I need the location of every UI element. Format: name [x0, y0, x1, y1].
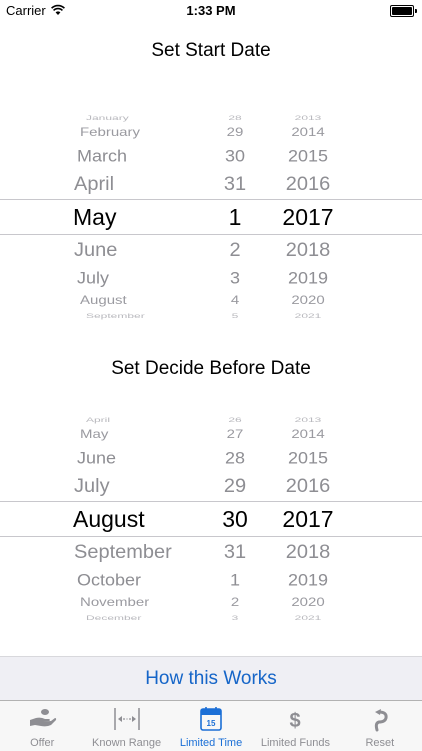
- picker-row[interactable]: April 31 2016: [0, 169, 422, 198]
- tab-limited-funds-label: Limited Funds: [260, 737, 330, 749]
- tab-limited-funds[interactable]: $ Limited Funds: [253, 701, 337, 751]
- day-cell: 27: [226, 427, 244, 442]
- tab-offer[interactable]: Offer: [0, 701, 84, 751]
- day-cell: 29: [226, 125, 244, 140]
- day-cell: 2: [229, 239, 241, 261]
- tab-known-range[interactable]: Known Range: [84, 701, 168, 751]
- decide-date-title: Set Decide Before Date: [111, 358, 311, 379]
- calendar-icon-day: 15: [207, 719, 216, 728]
- picker-row[interactable]: September 5 2021: [0, 308, 422, 324]
- year-cell: 2015: [287, 146, 329, 166]
- picker-selection-top-line: [0, 199, 422, 200]
- how-this-works-label: How this Works: [145, 667, 277, 689]
- year-cell: 2014: [291, 125, 325, 140]
- day-cell: 3: [231, 614, 239, 622]
- picker-row[interactable]: February 29 2014: [0, 121, 422, 144]
- day-cell: 3: [229, 268, 240, 288]
- year-cell: 2017: [282, 506, 334, 532]
- picker-row[interactable]: July 3 2019: [0, 264, 422, 292]
- year-cell: 2017: [282, 204, 334, 230]
- picker-row[interactable]: October 1 2019: [0, 566, 422, 594]
- reset-arrow-icon: [374, 709, 388, 732]
- hand-offer-icon: [30, 709, 57, 727]
- picker-selected-row[interactable]: August 30 2017: [0, 504, 422, 534]
- day-cell: 30: [224, 146, 246, 166]
- picker-selection-top-line: [0, 501, 422, 502]
- status-bar: Carrier 1:33 PM: [0, 0, 422, 22]
- year-cell: 2019: [287, 570, 329, 590]
- tab-reset-label: Reset: [365, 737, 395, 749]
- day-cell: 28: [224, 448, 246, 468]
- battery-icon: [390, 5, 417, 17]
- start-date-picker[interactable]: January 28 2013 February 29 2014 March 30 2015 Ap…: [0, 108, 422, 324]
- tab-offer-label: Offer: [30, 737, 55, 749]
- svg-text:$: $: [290, 710, 301, 732]
- tab-limited-time[interactable]: 15 Limited Time: [169, 701, 253, 751]
- picker-row[interactable]: May 27 2014: [0, 423, 422, 446]
- range-arrows-icon: [113, 708, 140, 730]
- picker-row[interactable]: December 3 2021: [0, 610, 422, 626]
- year-cell: 2021: [294, 312, 322, 320]
- how-this-works-link[interactable]: How this Works: [0, 656, 422, 700]
- year-cell: 2019: [287, 268, 329, 288]
- day-cell: 5: [231, 312, 239, 320]
- tab-known-range-label: Known Range: [92, 737, 162, 749]
- tab-limited-time-label: Limited Time: [179, 737, 243, 749]
- picker-row[interactable]: June 28 2015: [0, 444, 422, 472]
- calendar-icon: 15: [200, 707, 222, 731]
- day-cell: 1: [229, 570, 240, 590]
- picker-row[interactable]: June 2 2018: [0, 235, 422, 264]
- year-cell: 2016: [285, 475, 331, 497]
- tab-bar: Offer Known Range 15 Limited Time $ Limi…: [0, 700, 422, 751]
- year-cell: 2016: [285, 173, 331, 195]
- year-cell: 2021: [294, 614, 322, 622]
- year-cell: 2018: [285, 541, 331, 563]
- picker-row[interactable]: September 31 2018: [0, 537, 422, 566]
- year-cell: 2015: [287, 448, 329, 468]
- year-cell: 2018: [285, 239, 331, 261]
- clock: 1:33 PM: [186, 3, 236, 18]
- day-cell: 30: [222, 506, 248, 532]
- day-cell: 29: [223, 475, 247, 497]
- start-date-title: Set Start Date: [151, 40, 271, 61]
- day-cell: 31: [223, 541, 247, 563]
- day-cell: 1: [228, 204, 242, 230]
- year-cell: 2014: [291, 427, 325, 442]
- dollar-icon: $: [290, 710, 301, 732]
- picker-row[interactable]: March 30 2015: [0, 142, 422, 170]
- tab-reset[interactable]: Reset: [338, 701, 422, 751]
- picker-row[interactable]: July 29 2016: [0, 471, 422, 500]
- decide-before-date-picker[interactable]: April 26 2013 May 27 2014 June 28 2015 July 29 2016…: [0, 410, 422, 626]
- picker-selected-row[interactable]: May 1 2017: [0, 202, 422, 232]
- day-cell: 31: [223, 173, 247, 195]
